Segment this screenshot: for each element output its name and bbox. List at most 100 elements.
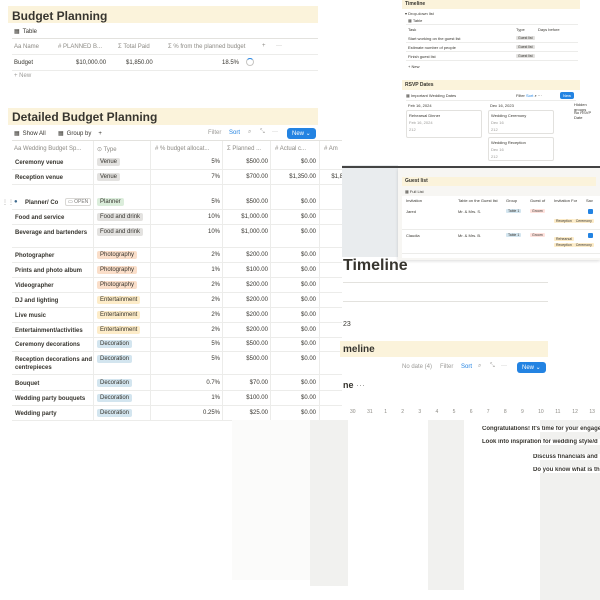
- sort-button[interactable]: Sort: [461, 364, 472, 370]
- type-tag[interactable]: Entertainment: [97, 326, 141, 334]
- table-row[interactable]: Prints and photo album Photography 1% $100.…: [12, 264, 342, 278]
- timeline-item[interactable]: Look into inspiration for wedding style/…: [482, 439, 600, 445]
- timeline-item[interactable]: Do you know what is th: [533, 467, 600, 473]
- col-percent-header[interactable]: Σ % from the planned budget: [168, 44, 245, 50]
- new-button[interactable]: New ⌄: [517, 362, 546, 373]
- table-row[interactable]: Wedding party Decoration 0.25% $25.00 $0.00: [12, 407, 342, 421]
- type-tag[interactable]: Planner: [97, 198, 124, 206]
- type-tag[interactable]: Venue: [97, 158, 121, 166]
- table-row[interactable]: Claudia Mr. & Mrs. B. Table 1 Groom Rece…: [402, 230, 600, 254]
- new-row-button[interactable]: + New: [408, 64, 419, 69]
- search-icon[interactable]: ⌕: [478, 363, 481, 370]
- table-row[interactable]: Reception decorations and centrepieces De…: [12, 353, 342, 375]
- col-task-header: Task: [408, 27, 417, 32]
- add-view-icon[interactable]: +: [98, 131, 102, 137]
- col-spend-header[interactable]: Aa Wedding Budget Sp...: [14, 146, 81, 152]
- rsvp-new-button[interactable]: New: [560, 92, 575, 99]
- budget-view-tab[interactable]: ▦ Table: [14, 28, 37, 36]
- timeline-item[interactable]: Discuss financials and: [533, 454, 600, 460]
- add-column-icon[interactable]: +: [262, 43, 266, 49]
- tab-show-all[interactable]: ▦ Show All: [14, 130, 46, 138]
- type-tag[interactable]: Decoration: [97, 394, 133, 402]
- col-name-header[interactable]: Aa Name: [14, 44, 39, 50]
- table-row[interactable]: Estimate number of people Guest list: [406, 43, 578, 52]
- type-tag[interactable]: Venue: [97, 173, 121, 181]
- resize-icon[interactable]: ⤡: [260, 129, 265, 136]
- col-type-header[interactable]: ⊙ Type: [97, 146, 117, 153]
- col-actual-header[interactable]: # Actual c...: [275, 146, 306, 152]
- new-button[interactable]: New ⌄: [287, 128, 316, 139]
- rsvp-view-tab[interactable]: ▦ Important Wedding Dates: [406, 93, 456, 98]
- group-tag[interactable]: Table 1: [506, 209, 522, 213]
- table-row[interactable]: Beverage and bartenders Food and drink 10%…: [12, 226, 342, 248]
- type-tag[interactable]: Decoration: [97, 409, 133, 417]
- invitation-tag[interactable]: Reception: [554, 243, 574, 247]
- search-icon[interactable]: ⌕: [248, 129, 251, 136]
- table-row[interactable]: Bouquet Decoration 0.7% $70.00 $0.00: [12, 377, 342, 391]
- weekend-shade: [310, 420, 348, 586]
- table-row[interactable]: DJ and lighting Entertainment 2% $200.00 $0.…: [12, 294, 342, 308]
- table-row[interactable]: Photographer Photography 2% $200.00 $0.00: [12, 249, 342, 263]
- filter-button[interactable]: Filter: [440, 364, 453, 370]
- guest-of-tag[interactable]: Groom: [530, 209, 545, 213]
- type-tag[interactable]: Decoration: [97, 379, 133, 387]
- rsvp-card[interactable]: Wedding Ceremony Dec 16 212: [488, 110, 554, 134]
- budget-row[interactable]: Budget $10,000.00 $1,850.00 18.5%: [12, 57, 318, 69]
- more-icon[interactable]: ···: [276, 43, 282, 49]
- table-row[interactable]: Live music Entertainment 2% $200.00 $0.00: [12, 309, 342, 323]
- type-tag[interactable]: Entertainment: [97, 311, 141, 319]
- type-tag[interactable]: Guest list: [516, 54, 535, 58]
- col-pct-header[interactable]: # % budget allocat...: [155, 146, 209, 152]
- type-tag[interactable]: Guest list: [516, 45, 535, 49]
- timeline-small-view-tab[interactable]: ▦ Table: [408, 18, 422, 23]
- group-tag[interactable]: Table 1: [506, 233, 522, 237]
- sort-button[interactable]: Sort: [229, 130, 240, 136]
- col-planned-header[interactable]: Σ Planned ...: [227, 146, 261, 152]
- table-row[interactable]: Wedding party bouquets Decoration 1% $100.0…: [12, 392, 342, 406]
- type-tag[interactable]: Photography: [97, 266, 138, 274]
- more-icon[interactable]: ···: [501, 363, 507, 369]
- rsvp-card[interactable]: Rehearsal Dinner Feb 16, 2024 212: [406, 110, 482, 138]
- table-row[interactable]: Ceremony decorations Decoration 5% $500.00 $…: [12, 338, 342, 352]
- table-row[interactable]: Jared Mr. & Mrs. S. Table 1 Groom Recept…: [402, 206, 600, 241]
- table-row[interactable]: Food and service Food and drink 10% $1,000.…: [12, 211, 342, 225]
- col-paid-header[interactable]: Σ Total Paid: [118, 44, 150, 50]
- no-date-button[interactable]: No date (4): [402, 364, 432, 370]
- col-planned-header[interactable]: # PLANNED B...: [58, 44, 102, 50]
- no-rsvp-date-group[interactable]: No RSVP Date: [574, 110, 600, 120]
- timeline-item[interactable]: Congratulations! It's time for your enga…: [482, 426, 600, 432]
- type-tag[interactable]: Decoration: [97, 355, 133, 363]
- type-tag[interactable]: Photography: [97, 251, 138, 259]
- invitation-tag[interactable]: Ceremony: [573, 219, 594, 223]
- guest-of-tag[interactable]: Groom: [530, 233, 545, 237]
- type-tag[interactable]: Food and drink: [97, 228, 144, 236]
- table-row[interactable]: Start working on the guest list Guest li…: [406, 34, 578, 43]
- table-row[interactable]: Finish guest list Guest list: [406, 52, 578, 61]
- filter-button[interactable]: Filter: [208, 130, 221, 136]
- type-tag[interactable]: Photography: [97, 281, 138, 289]
- more-icon[interactable]: ···: [272, 129, 278, 135]
- invitation-tag[interactable]: Reception: [554, 219, 574, 223]
- rsvp-title: RSVP Dates: [405, 82, 434, 88]
- type-tag[interactable]: Food and drink: [97, 213, 144, 221]
- rsvp-card[interactable]: Wedding Reception Dec 16 212: [488, 137, 554, 161]
- table-row[interactable]: Reception venue Venue 7% $700.00 $1,350.00 $1…: [12, 171, 343, 185]
- invitation-tag[interactable]: Ceremony: [573, 243, 594, 247]
- open-button[interactable]: ▭ OPEN: [65, 198, 92, 206]
- type-tag[interactable]: Entertainment: [97, 296, 141, 304]
- resize-icon[interactable]: ⤡: [490, 363, 495, 370]
- table-row[interactable]: Entertainment/activities Entertainment 2% $…: [12, 324, 342, 338]
- table-row[interactable]: Ceremony venue Venue 5% $500.00 $0.00: [12, 156, 342, 170]
- checkbox[interactable]: [588, 233, 593, 238]
- table-row[interactable]: Videographer Photography 2% $200.00 $0.00: [12, 279, 342, 293]
- guest-view-tab[interactable]: ▦ Full List: [405, 189, 424, 194]
- col-amount-header[interactable]: # Am: [324, 146, 338, 152]
- drop-down-toggle[interactable]: ▾ Drop-down list: [405, 11, 434, 16]
- checkbox[interactable]: [588, 209, 593, 214]
- tab-group-by[interactable]: ▦ Group by +: [58, 130, 102, 138]
- new-row-button[interactable]: + New: [14, 73, 31, 79]
- type-tag[interactable]: Guest list: [516, 36, 535, 40]
- table-row[interactable]: Planner/ Co ⋮⋮ ● ▭ OPEN Planner 5% $500.00 $0.0…: [2, 196, 342, 210]
- drag-handle-icon[interactable]: ⋮⋮: [2, 199, 14, 206]
- type-tag[interactable]: Decoration: [97, 340, 133, 348]
